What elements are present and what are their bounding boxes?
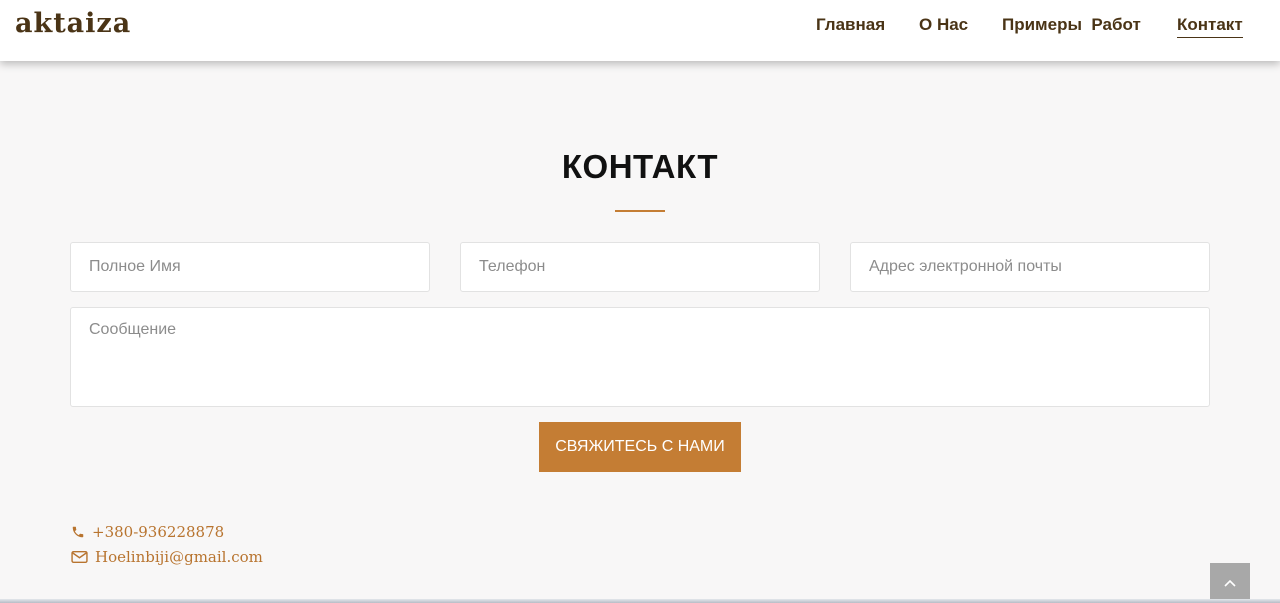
section-title: КОНТАКТ [561, 148, 719, 185]
nav-link-home[interactable]: Главная [816, 15, 885, 37]
full-name-input[interactable] [70, 242, 430, 292]
title-underline [615, 210, 665, 212]
phone-number: +380-936228878 [92, 523, 225, 541]
site-logo[interactable]: aktaiza [15, 8, 131, 39]
nav-link-contact[interactable]: Контакт [1177, 15, 1243, 38]
phone-input[interactable] [460, 242, 820, 292]
contact-phone[interactable]: +380-936228878 [71, 523, 224, 541]
phone-icon [72, 526, 84, 538]
navbar: aktaiza Главная О Нас Примеры Работ Конт… [0, 0, 1280, 61]
contact-email[interactable]: Hoelinbiji@gmail.com [71, 548, 263, 566]
nav-link-about[interactable]: О Нас [919, 15, 968, 37]
chevron-up-icon [1224, 579, 1236, 587]
nav-link-portfolio[interactable]: Примеры Работ [1002, 15, 1141, 37]
email-address: Hoelinbiji@gmail.com [95, 548, 263, 566]
email-input[interactable] [850, 242, 1210, 292]
message-textarea[interactable] [70, 307, 1210, 407]
envelope-icon [71, 550, 88, 564]
submit-button[interactable]: СВЯЖИТЕСЬ С НАМИ [539, 422, 741, 472]
scroll-to-top-button[interactable] [1210, 563, 1250, 603]
bottom-edge [0, 599, 1280, 603]
